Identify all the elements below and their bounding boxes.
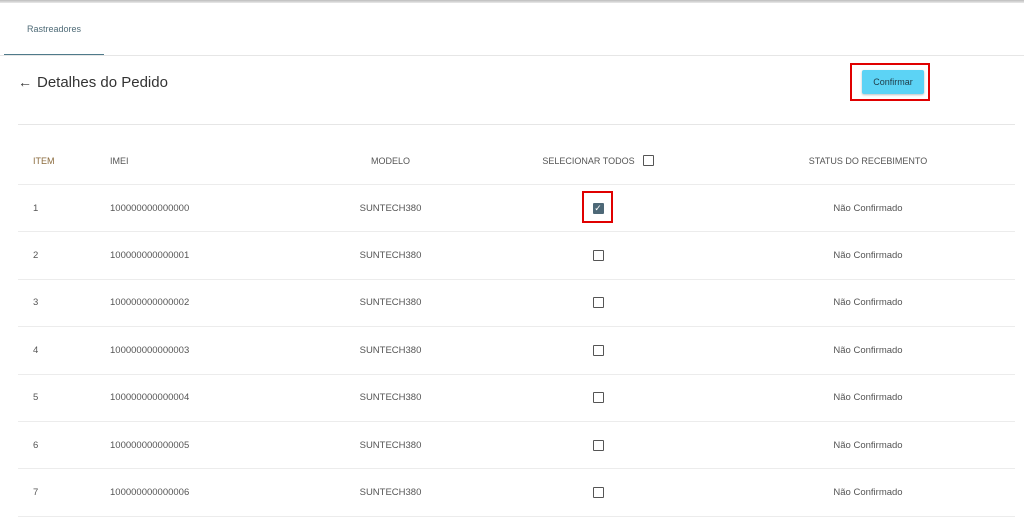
row-select-cell — [518, 375, 678, 421]
select-all-checkbox[interactable] — [642, 155, 654, 166]
row-status: Não Confirmado — [833, 202, 903, 214]
row-imei: 100000000000002 — [110, 297, 190, 309]
table-row: 1 100000000000000 SUNTECH380 ✓ Não Confirmad… — [18, 185, 1015, 233]
table-row: 5 100000000000004 SUNTECH380 Não Confirmado — [18, 375, 1015, 422]
table-row: 3 100000000000002 SUNTECH380 Não Confirmado — [18, 280, 1015, 328]
row-select-cell — [518, 327, 678, 373]
row-select-cell — [518, 422, 678, 468]
row-item-number: 1 — [33, 202, 39, 214]
row-item-number: 3 — [33, 297, 39, 309]
row-imei: 100000000000005 — [110, 439, 190, 451]
column-header-imei: IMEI — [110, 155, 129, 166]
row-select-cell — [518, 232, 678, 278]
row-select-checkbox[interactable]: ✓ — [592, 202, 604, 214]
row-select-checkbox[interactable] — [592, 250, 604, 262]
select-all-label: SELECIONAR TODOS — [542, 155, 635, 166]
row-item-number: 4 — [33, 344, 39, 356]
tab-rastreadores[interactable]: Rastreadores — [4, 3, 104, 55]
row-select-checkbox[interactable] — [592, 487, 604, 499]
table-body: 1 100000000000000 SUNTECH380 ✓ Não Confirmad… — [18, 185, 1015, 517]
row-status: Não Confirmado — [833, 297, 903, 309]
page-header[interactable]: ← Detalhes do Pedido — [18, 70, 168, 94]
row-status: Não Confirmado — [833, 439, 903, 451]
row-select-checkbox[interactable] — [592, 344, 604, 356]
row-model: SUNTECH380 — [359, 344, 422, 356]
row-item-number: 5 — [33, 392, 39, 404]
row-model: SUNTECH380 — [359, 392, 422, 404]
column-header-select-all: SELECIONAR TODOS — [518, 137, 678, 184]
header-divider — [18, 124, 1015, 125]
row-status: Não Confirmado — [833, 250, 903, 262]
row-model: SUNTECH380 — [359, 487, 422, 499]
row-model: SUNTECH380 — [359, 202, 422, 214]
table-row: 2 100000000000001 SUNTECH380 Não Confirmado — [18, 232, 1015, 280]
arrow-left-icon[interactable]: ← — [18, 75, 32, 89]
row-imei: 100000000000000 — [110, 202, 190, 214]
row-status: Não Confirmado — [833, 487, 903, 499]
row-model: SUNTECH380 — [359, 297, 422, 309]
page-title: Detalhes do Pedido — [37, 73, 168, 91]
row-imei: 100000000000001 — [110, 250, 190, 262]
row-select-cell — [518, 280, 678, 326]
table-header-row: ITEM IMEI MODELO SELECIONAR TODOS STATUS… — [18, 137, 1015, 185]
row-status: Não Confirmado — [833, 392, 903, 404]
row-model: SUNTECH380 — [359, 250, 422, 262]
column-header-item: ITEM — [33, 155, 55, 166]
confirm-button[interactable]: Confirmar — [862, 70, 924, 94]
table-row: 6 100000000000005 SUNTECH380 Não Confirmado — [18, 422, 1015, 470]
check-icon: ✓ — [594, 202, 602, 213]
row-imei: 100000000000004 — [110, 392, 190, 404]
tab-bar: Rastreadores — [0, 3, 1024, 56]
row-status: Não Confirmado — [833, 344, 903, 356]
column-header-model: MODELO — [370, 155, 410, 166]
column-header-status: STATUS DO RECEBIMENTO — [808, 155, 928, 166]
row-select-checkbox[interactable] — [592, 392, 604, 404]
row-imei: 100000000000006 — [110, 487, 190, 499]
row-select-cell — [518, 469, 678, 515]
row-model: SUNTECH380 — [359, 439, 422, 451]
table-row: 7 100000000000006 SUNTECH380 Não Confirmado — [18, 469, 1015, 517]
row-select-checkbox[interactable] — [592, 297, 604, 309]
items-table: ITEM IMEI MODELO SELECIONAR TODOS STATUS… — [18, 137, 1015, 517]
row-select-checkbox[interactable] — [592, 439, 604, 451]
row-item-number: 6 — [33, 439, 39, 451]
row-select-cell: ✓ — [518, 185, 678, 231]
row-item-number: 7 — [33, 487, 39, 499]
table-row: 4 100000000000003 SUNTECH380 Não Confirmado — [18, 327, 1015, 375]
row-item-number: 2 — [33, 250, 39, 262]
row-imei: 100000000000003 — [110, 344, 190, 356]
